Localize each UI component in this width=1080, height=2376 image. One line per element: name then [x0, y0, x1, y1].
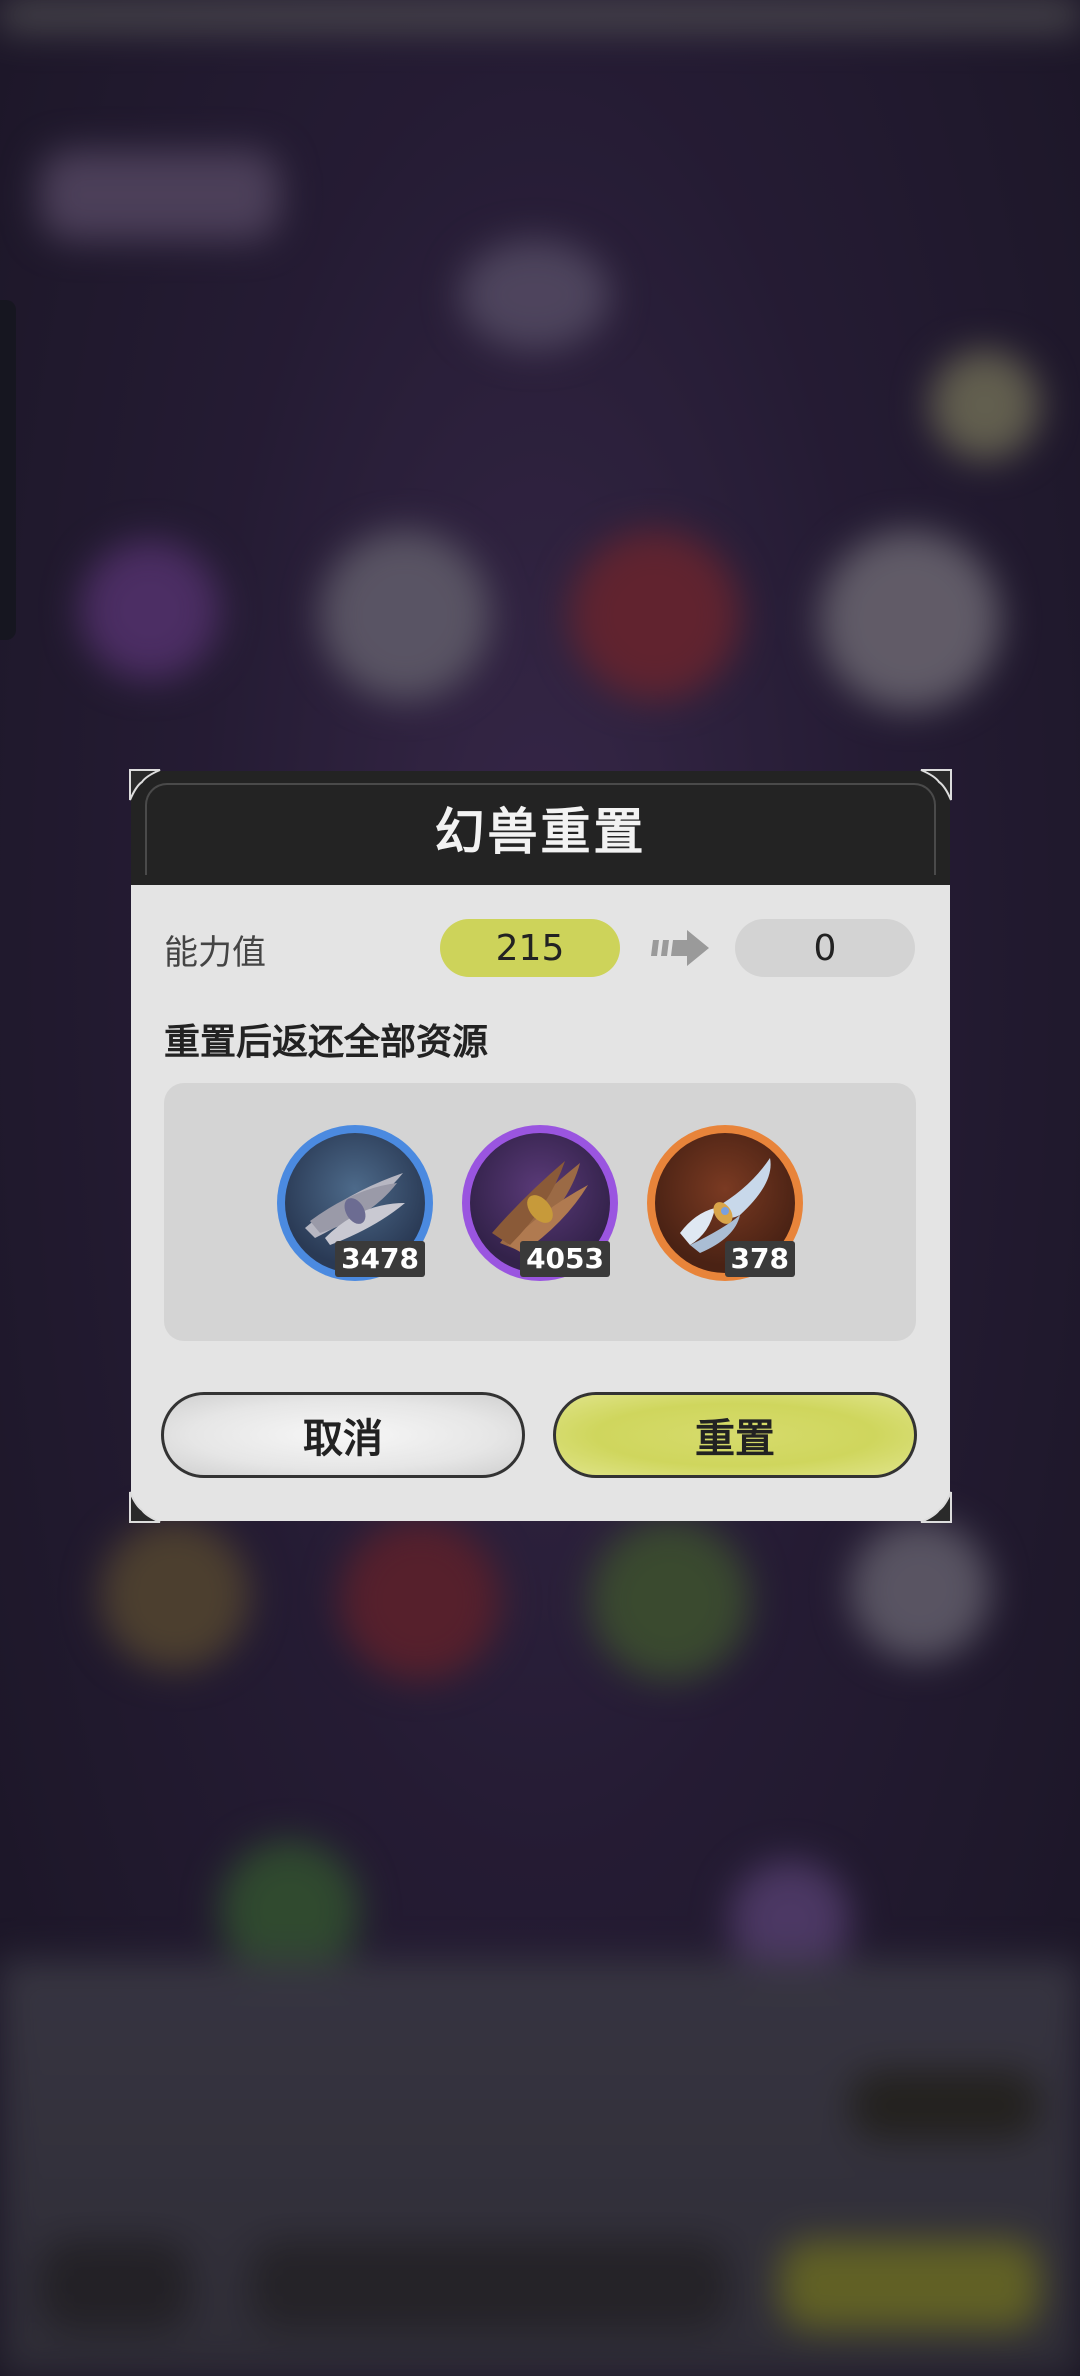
- item-gray-feather-bundle[interactable]: 3478: [277, 1125, 433, 1281]
- stat-before-value: 215: [440, 919, 620, 977]
- item-quantity: 3478: [335, 1241, 425, 1277]
- corner-ornament-icon: [128, 768, 162, 802]
- corner-ornament-icon: [919, 1490, 953, 1524]
- corner-ornament-icon: [919, 768, 953, 802]
- item-brown-fiber-bundle[interactable]: 4053: [462, 1125, 618, 1281]
- dialog-body: 能力值 215 0 重置后返还全部资源 3478 4053 378 取消 重置: [131, 885, 950, 1521]
- confirm-reset-button[interactable]: 重置: [553, 1392, 917, 1478]
- dialog-header: 幻兽重置: [131, 771, 950, 885]
- reset-dialog: 幻兽重置 能力值 215 0 重置后返还全部资源 3478 4053 378 取…: [128, 768, 953, 1524]
- cancel-button[interactable]: 取消: [161, 1392, 525, 1478]
- refund-items-panel: 3478 4053 378: [164, 1083, 916, 1341]
- side-tab: [0, 300, 16, 640]
- item-white-cloth-roll[interactable]: 378: [647, 1125, 803, 1281]
- item-quantity: 4053: [520, 1241, 610, 1277]
- arrow-right-icon: [651, 930, 709, 966]
- stat-after-value: 0: [735, 919, 915, 977]
- dialog-title: 幻兽重置: [434, 803, 647, 861]
- refund-description: 重置后返还全部资源: [164, 1022, 489, 1063]
- stat-label: 能力值: [164, 933, 266, 973]
- item-quantity: 378: [724, 1241, 795, 1277]
- corner-ornament-icon: [128, 1490, 162, 1524]
